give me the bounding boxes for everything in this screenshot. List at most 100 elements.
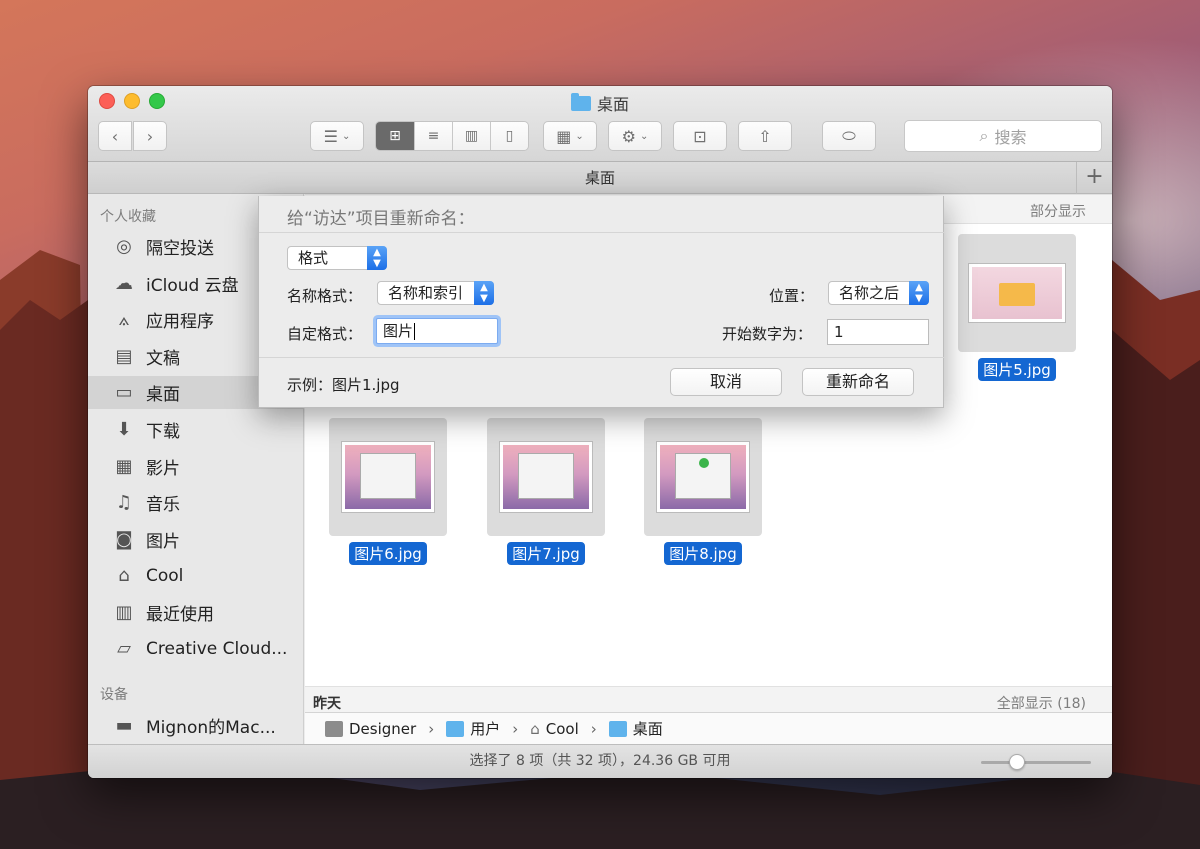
- cancel-button[interactable]: 取消: [670, 368, 782, 396]
- custom-format-input[interactable]: 图片: [376, 318, 498, 344]
- path-separator: ›: [590, 719, 597, 738]
- start-number-input[interactable]: 1: [827, 319, 929, 345]
- gallery-view-button[interactable]: ▯: [490, 122, 528, 150]
- sidebar-item-movies[interactable]: ▦ 影片: [88, 450, 304, 483]
- chevron-left-icon: ‹: [111, 126, 119, 146]
- sidebar-item-label: 影片: [146, 459, 180, 479]
- columns-icon: ▥: [464, 128, 479, 144]
- chevron-down-icon: ⌄: [639, 130, 649, 142]
- users-folder-icon: [446, 720, 465, 737]
- path-item-cool[interactable]: Cool: [546, 720, 579, 738]
- position-popup[interactable]: 名称之后 ▲ ▼: [828, 281, 929, 305]
- file-thumbnail: [644, 418, 762, 536]
- share-button[interactable]: ⇧: [738, 121, 792, 151]
- text-caret: [414, 323, 416, 340]
- desktop-folder-icon: [608, 720, 627, 737]
- sidebar-devices-header: 设备: [100, 687, 128, 703]
- film-icon: ▦: [115, 456, 133, 477]
- rename-button[interactable]: 重新命名: [802, 368, 914, 396]
- music-icon: ♫: [115, 492, 133, 513]
- plus-icon: +: [1085, 164, 1104, 189]
- sidebar-item-mac[interactable]: ▬ Mignon的Mac...: [88, 709, 304, 742]
- start-number-label: 开始数字为：: [722, 325, 813, 343]
- sidebar-item-label: 音乐: [146, 495, 180, 515]
- forward-button[interactable]: ›: [133, 121, 167, 151]
- window-title: 桌面: [88, 91, 1112, 115]
- chevron-down-icon: ⌄: [575, 130, 584, 142]
- rename-mode-value: 格式: [298, 249, 329, 267]
- sidebar-item-creative-cloud[interactable]: ▱ Creative Cloud...: [88, 632, 304, 665]
- sidebar-item-recents[interactable]: ▥ 最近使用: [88, 596, 304, 629]
- sidebar-item-label: 最近使用: [146, 605, 214, 625]
- updown-arrows-icon: ▲ ▼: [367, 246, 387, 270]
- search-field[interactable]: ⌕ 搜索: [904, 120, 1102, 152]
- file-item[interactable]: 图片5.jpg: [957, 234, 1077, 381]
- gear-icon: ⚙: [621, 126, 636, 146]
- sidebar-item-label: 图片: [146, 532, 180, 552]
- sidebar-item-music[interactable]: ♫ 音乐: [88, 486, 304, 519]
- dialog-title: 给“访达”项目重新命名：: [287, 209, 475, 229]
- path-item-desktop[interactable]: 桌面: [633, 718, 663, 739]
- name-format-popup[interactable]: 名称和索引 ▲ ▼: [377, 281, 494, 305]
- path-item-users[interactable]: 用户: [470, 718, 500, 739]
- list-arrange-icon: ☰: [323, 126, 338, 146]
- show-partial-link[interactable]: 部分显示: [1030, 201, 1086, 221]
- new-folder-button[interactable]: ⊡: [673, 121, 727, 151]
- tags-button[interactable]: ⬭: [822, 121, 876, 151]
- new-tab-button[interactable]: +: [1076, 162, 1112, 194]
- file-name: 图片5.jpg: [978, 358, 1056, 381]
- position-label: 位置：: [769, 287, 815, 305]
- sidebar-item-label: 应用程序: [146, 312, 214, 332]
- show-all-link[interactable]: 全部显示 (18): [997, 693, 1086, 713]
- grid-icon: ⊞: [389, 128, 401, 144]
- folder-icon: ▱: [117, 638, 131, 659]
- arrange-button[interactable]: ☰ ⌄: [310, 121, 364, 151]
- sidebar-item-home[interactable]: ⌂ Cool: [88, 559, 304, 592]
- custom-format-value: 图片: [383, 322, 414, 340]
- status-text: 选择了 8 项（共 32 项），24.36 GB 可用: [469, 753, 731, 769]
- path-bar: Designer › 用户 › ⌂ Cool › 桌面: [305, 712, 1112, 744]
- updown-arrows-icon: ▲ ▼: [909, 281, 929, 305]
- file-thumbnail: [958, 234, 1076, 352]
- list-icon: ≡: [427, 128, 440, 144]
- divider: [259, 357, 945, 358]
- name-format-value: 名称和索引: [388, 284, 464, 302]
- path-item-designer[interactable]: Designer: [349, 720, 416, 738]
- tab-desktop[interactable]: 桌面: [585, 169, 615, 187]
- file-item[interactable]: 图片8.jpg: [643, 418, 763, 565]
- sidebar-item-downloads[interactable]: ⬇ 下载: [88, 413, 304, 446]
- group-button[interactable]: ▦ ⌄: [543, 121, 597, 151]
- toolbar: 桌面 ‹ › ☰ ⌄ ⊞ ≡ ▥ ▯ ▦ ⌄ ⚙ ⌄ ⊡ ⇧ ⬭ ⌕ 搜索: [88, 86, 1112, 162]
- position-value: 名称之后: [839, 284, 900, 302]
- home-icon: ⌂: [118, 565, 130, 586]
- path-separator: ›: [428, 719, 435, 738]
- icon-size-slider[interactable]: [981, 754, 1091, 770]
- search-placeholder: 搜索: [994, 128, 1027, 147]
- new-folder-icon: ⊡: [693, 126, 707, 146]
- file-item[interactable]: 图片6.jpg: [328, 418, 448, 565]
- rename-mode-popup[interactable]: 格式 ▲ ▼: [287, 246, 387, 270]
- view-mode-segmented[interactable]: ⊞ ≡ ▥ ▯: [375, 121, 529, 151]
- list-view-button[interactable]: ≡: [414, 122, 452, 150]
- column-view-button[interactable]: ▥: [452, 122, 490, 150]
- slider-knob[interactable]: [1009, 754, 1026, 770]
- icon-view-button[interactable]: ⊞: [376, 122, 414, 150]
- file-thumbnail: [487, 418, 605, 536]
- example-text: 示例：图片1.jpg: [287, 376, 400, 394]
- action-button[interactable]: ⚙ ⌄: [608, 121, 662, 151]
- file-thumbnail: [329, 418, 447, 536]
- document-icon: ▤: [115, 346, 133, 367]
- laptop-icon: ▬: [115, 715, 133, 736]
- name-format-label: 名称格式：: [287, 287, 363, 305]
- finder-window: 桌面 ‹ › ☰ ⌄ ⊞ ≡ ▥ ▯ ▦ ⌄ ⚙ ⌄ ⊡ ⇧ ⬭ ⌕ 搜索 桌面…: [88, 86, 1112, 778]
- file-name: 图片7.jpg: [507, 542, 585, 565]
- recents-icon: ▥: [115, 602, 133, 623]
- divider: [259, 232, 945, 233]
- back-button[interactable]: ‹: [98, 121, 132, 151]
- window-title-text: 桌面: [596, 95, 629, 114]
- chevron-right-icon: ›: [146, 126, 154, 146]
- sidebar-item-pictures[interactable]: ◙ 图片: [88, 523, 304, 556]
- file-item[interactable]: 图片7.jpg: [486, 418, 606, 565]
- desktop-icon: ▭: [115, 382, 133, 403]
- download-icon: ⬇: [116, 419, 132, 440]
